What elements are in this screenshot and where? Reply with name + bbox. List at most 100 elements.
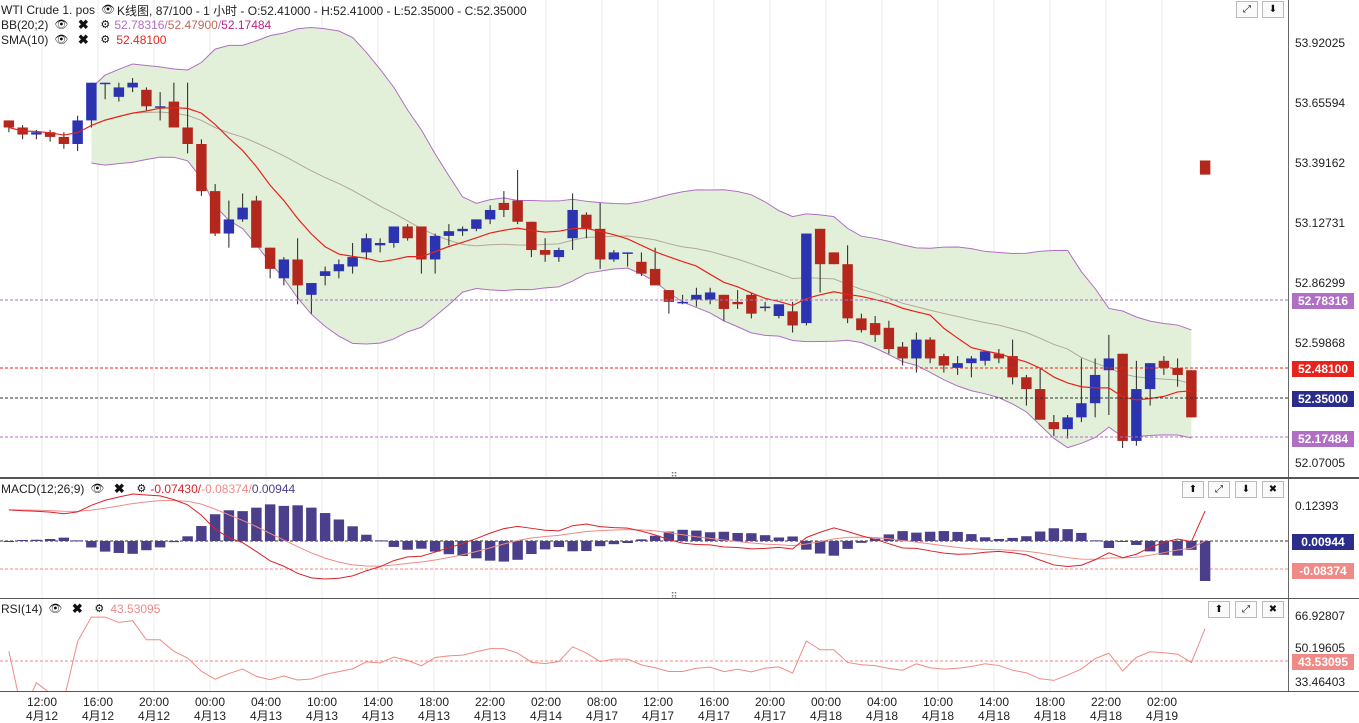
last-price-tag: 52.35000 [1292, 391, 1354, 407]
move-down-button[interactable]: ⬇ [1235, 481, 1257, 498]
candle-body [608, 252, 620, 260]
candle-body [842, 264, 853, 319]
candle-body [759, 306, 771, 309]
gear-icon[interactable]: ⚙ [96, 18, 114, 32]
rsi-tick: 66.92807 [1295, 609, 1346, 623]
macd-hist-value: 0.00944 [251, 482, 296, 496]
candle-body [31, 132, 42, 135]
candle-body [1199, 160, 1211, 175]
rsi-tick: 50.19605 [1295, 641, 1346, 655]
macd-hist-bar [897, 531, 908, 541]
macd-hist-bar [1089, 540, 1101, 542]
move-up-button[interactable]: ⬆ [1208, 601, 1230, 618]
candle-body [883, 327, 895, 350]
close-icon[interactable]: ✖ [110, 482, 128, 496]
sma-value: 52.48100 [116, 33, 167, 47]
candle-body [814, 228, 826, 265]
close-icon[interactable]: ✖ [68, 602, 86, 616]
candle-body [347, 257, 358, 267]
expand-button[interactable]: ⤢ [1236, 1, 1258, 18]
macd-signal-line [8, 499, 1206, 567]
macd-hist-bar [1007, 537, 1018, 541]
eye-icon[interactable]: 👁 [88, 482, 106, 496]
time-tick: 12:00 4月17 [633, 695, 683, 723]
macd-axis-divider [1288, 479, 1289, 598]
macd-hist-bar [237, 511, 248, 541]
price-chart-canvas[interactable] [0, 0, 1359, 477]
candle-body [429, 235, 441, 260]
arrow-down-icon: ⬇ [1268, 4, 1278, 15]
macd-hist-bar [17, 539, 28, 541]
eye-icon[interactable]: 👁 [46, 602, 64, 616]
candle-body [113, 87, 125, 97]
macd-hist-bar [526, 541, 537, 555]
macd-hist-bar [801, 541, 812, 550]
macd-hist-bar [292, 505, 303, 541]
close-panel-button[interactable]: ✖ [1262, 481, 1284, 498]
candle-body [691, 294, 702, 300]
macd-hist-bar [306, 507, 317, 541]
time-tick-hour: 08:00 [586, 695, 618, 709]
time-tick: 10:00 4月13 [297, 695, 347, 723]
candle-body [168, 101, 180, 128]
eye-icon[interactable]: 👁 [52, 33, 70, 47]
macd-hist-bar [196, 526, 207, 541]
candle-body [471, 219, 482, 229]
macd-line-value: -0.07430 [150, 482, 198, 496]
macd-hist-bar [924, 531, 936, 541]
close-icon[interactable]: ✖ [74, 33, 92, 47]
bb-mid-value: 52.47900 [167, 18, 218, 32]
price-tick: 52.59868 [1295, 336, 1346, 350]
macd-hist-bar [622, 541, 633, 543]
macd-hist-bar [828, 541, 840, 556]
close-panel-button[interactable]: ✖ [1262, 601, 1284, 618]
candle-body [1158, 360, 1170, 368]
macd-hist-bar [911, 532, 922, 541]
candle-body [1048, 422, 1060, 430]
time-tick: 14:00 4月18 [969, 695, 1019, 723]
bb-upper-tag: 52.78316 [1292, 293, 1354, 309]
candle-body [333, 264, 345, 272]
macd-signal-value: -0.08374 [201, 482, 249, 496]
time-tick: 22:00 4月13 [465, 695, 515, 723]
macd-hist-bar [1103, 541, 1115, 549]
eye-icon[interactable]: 👁 [99, 3, 117, 17]
time-tick: 02:00 4月14 [521, 695, 571, 723]
time-tick-hour: 16:00 [82, 695, 114, 709]
time-tick: 16:00 4月17 [689, 695, 739, 723]
candle-body [704, 292, 716, 300]
time-tick-hour: 20:00 [138, 695, 170, 709]
expand-button[interactable]: ⤢ [1208, 481, 1230, 498]
expand-button[interactable]: ⤢ [1235, 601, 1257, 618]
move-down-button[interactable]: ⬇ [1262, 1, 1284, 18]
candle-body [773, 304, 785, 317]
macd-hist-bar [952, 531, 963, 541]
gear-icon[interactable]: ⚙ [132, 482, 150, 496]
macd-hist-bar [1117, 541, 1128, 542]
gear-icon[interactable]: ⚙ [90, 602, 108, 616]
time-tick-hour: 22:00 [474, 695, 506, 709]
macd-hist-bar [938, 531, 950, 541]
time-tick-hour: 12:00 [642, 695, 674, 709]
gear-icon[interactable]: ⚙ [96, 33, 114, 47]
macd-hist-bar [814, 541, 826, 554]
candle-body [264, 247, 276, 269]
candle-body [869, 323, 881, 335]
arrow-up-icon: ⬆ [1214, 604, 1224, 615]
candle-body [581, 214, 592, 229]
macd-hist-bar [388, 541, 400, 547]
macd-legend-row: MACD(12;26;9) 👁 ✖ ⚙ -0.07430/-0.08374/0.… [1, 481, 295, 497]
time-tick-hour: 18:00 [1034, 695, 1066, 709]
sma-indicator-name: SMA(10) [1, 33, 49, 47]
close-icon[interactable]: ✖ [74, 18, 92, 32]
macd-hist-bar [99, 541, 111, 552]
time-tick-hour: 12:00 [26, 695, 58, 709]
move-up-button[interactable]: ⬆ [1182, 481, 1204, 498]
price-tick: 53.12731 [1295, 216, 1346, 230]
sma-legend-row: SMA(10) 👁 ✖ ⚙ 52.48100 [1, 32, 166, 48]
candle-body [237, 207, 248, 220]
rsi-chart-canvas[interactable] [0, 599, 1359, 691]
candle-body [292, 259, 303, 286]
macd-hist-bar [759, 535, 771, 541]
eye-icon[interactable]: 👁 [52, 18, 70, 32]
